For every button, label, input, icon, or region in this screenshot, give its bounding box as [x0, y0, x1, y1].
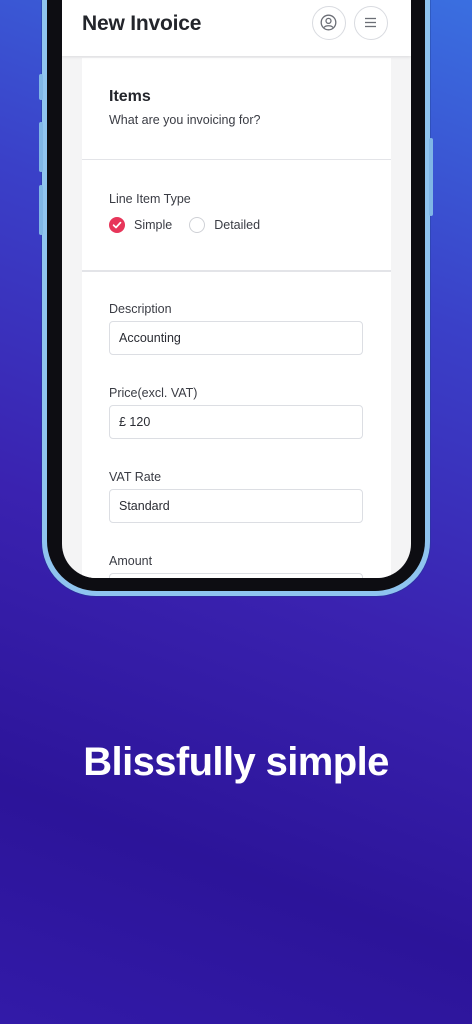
checkmark-icon	[112, 221, 122, 229]
phone-side-button-right	[429, 138, 433, 216]
invoice-items-card: Items What are you invoicing for? Line I…	[82, 58, 391, 578]
line-item-fields-section: Description Price(excl. VAT) VAT Rate Am…	[82, 271, 391, 578]
radio-detailed[interactable]	[189, 217, 206, 233]
items-subtitle: What are you invoicing for?	[109, 113, 261, 127]
vat-rate-label: VAT Rate	[109, 470, 162, 484]
description-label: Description	[109, 302, 172, 316]
radio-detailed-label[interactable]: Detailed	[214, 218, 260, 232]
items-section: Items What are you invoicing for?	[82, 58, 391, 160]
radio-simple[interactable]	[109, 217, 125, 233]
page-title: New Invoice	[82, 12, 202, 35]
phone-side-button-left-2	[39, 122, 43, 172]
phone-side-button-left-3	[39, 185, 43, 235]
line-item-type-label: Line Item Type	[109, 192, 191, 206]
phone-screen: New Invoice Items What are you invoicing…	[62, 0, 411, 578]
line-item-type-section: Line Item Type Simple Detailed	[82, 160, 391, 271]
marketing-tagline: Blissfully simple	[83, 740, 389, 784]
description-input[interactable]	[109, 321, 363, 355]
amount-label: Amount	[109, 554, 153, 568]
phone-side-button-left-1	[39, 74, 43, 100]
user-circle-icon	[320, 14, 337, 31]
app-header: New Invoice	[62, 0, 411, 56]
line-item-type-options: Simple Detailed	[109, 216, 277, 234]
price-label: Price(excl. VAT)	[109, 386, 198, 400]
menu-button[interactable]	[354, 6, 388, 40]
account-button[interactable]	[312, 6, 346, 40]
vat-rate-select[interactable]	[109, 489, 363, 523]
radio-simple-label[interactable]: Simple	[134, 218, 172, 232]
items-heading: Items	[109, 88, 151, 105]
price-input[interactable]	[109, 405, 363, 439]
amount-input[interactable]	[109, 573, 363, 578]
hamburger-menu-icon	[365, 17, 376, 28]
